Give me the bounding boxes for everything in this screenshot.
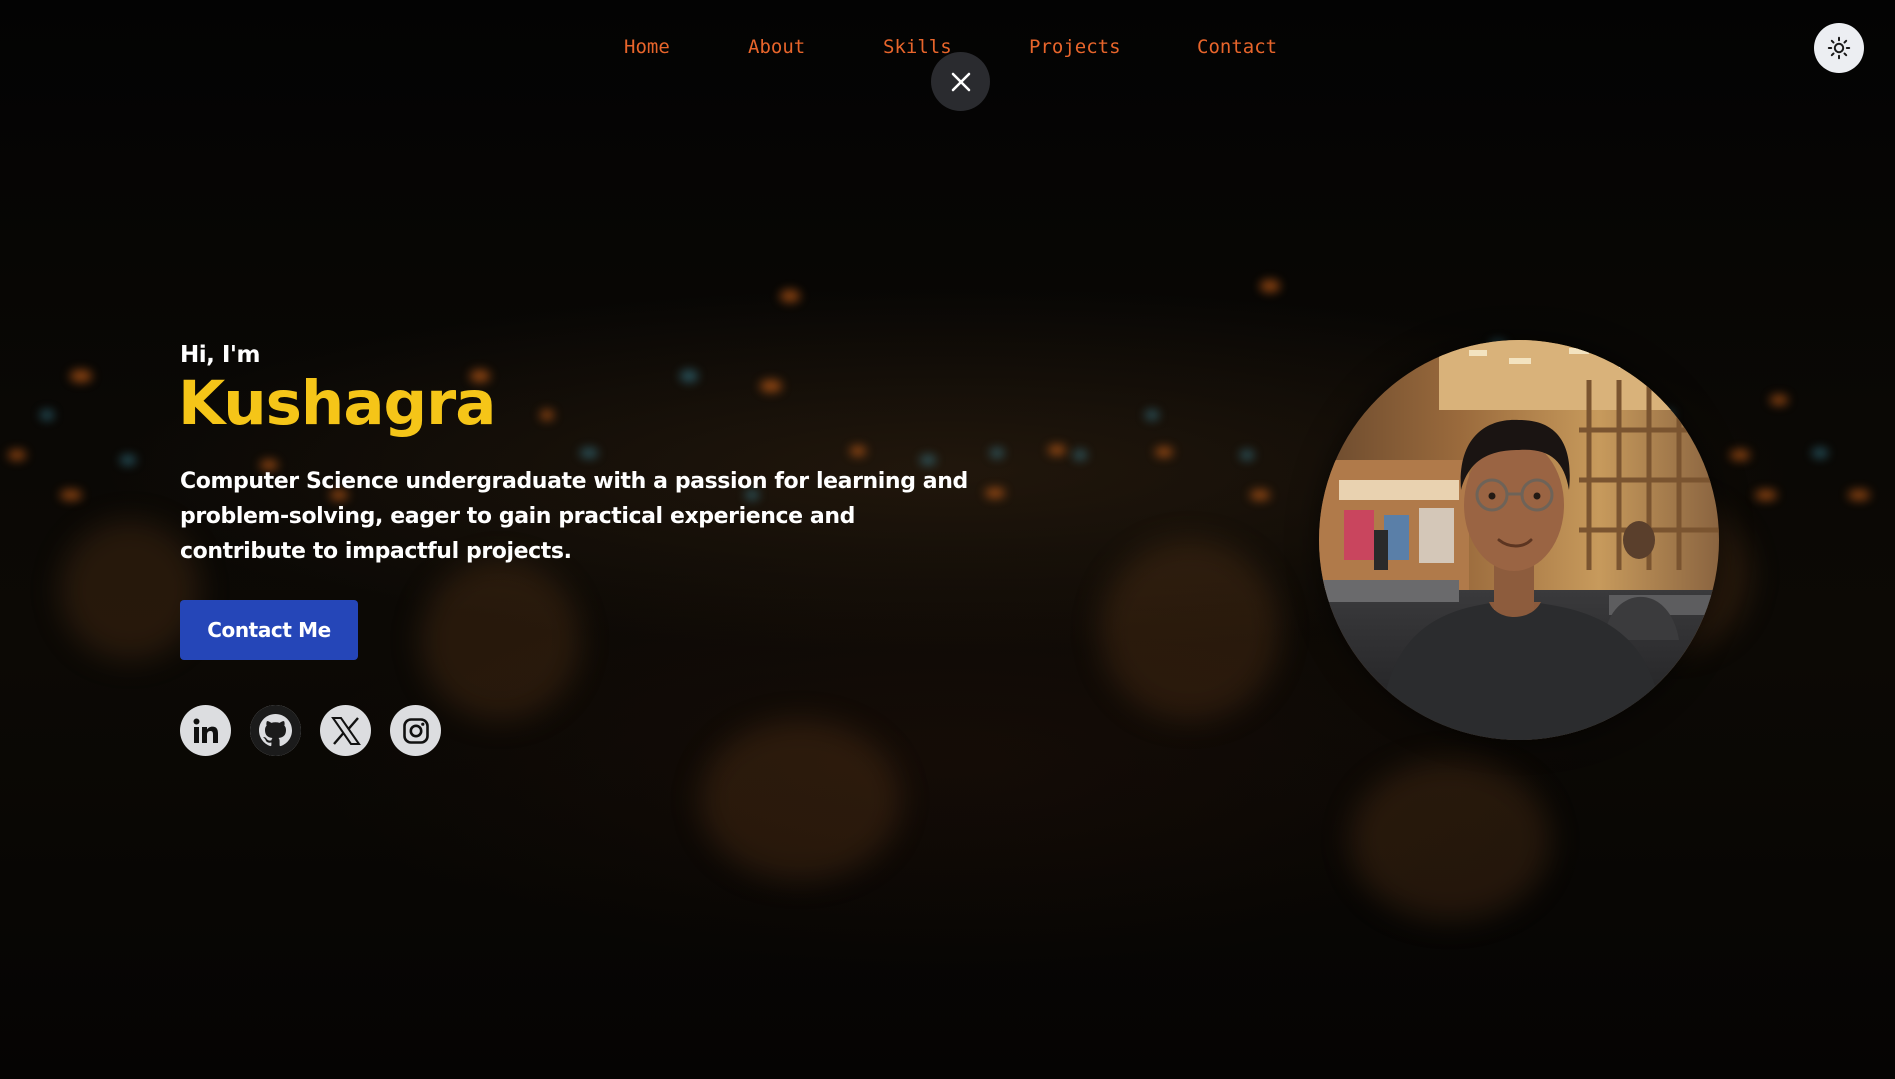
hero-greeting: Hi, I'm [180,342,260,368]
hero-name: Kushagra [178,368,496,439]
github-link[interactable] [250,705,301,756]
contact-me-button[interactable]: Contact Me [180,600,358,660]
nav-about-link[interactable]: About [748,36,805,58]
theme-toggle-button[interactable] [1814,23,1864,73]
x-icon [330,716,361,745]
instagram-icon [402,717,429,744]
nav-projects-link[interactable]: Projects [1029,36,1121,58]
nav-skills-link[interactable]: Skills [883,36,952,58]
github-icon [250,705,301,756]
profile-photo [1319,340,1719,740]
hero-bio: Computer Science undergraduate with a pa… [180,469,968,564]
close-icon [951,72,970,91]
sun-icon [1827,36,1851,60]
linkedin-icon [193,718,218,743]
x-twitter-link[interactable] [320,705,371,756]
nav-home-link[interactable]: Home [624,36,670,58]
linkedin-link[interactable] [180,705,231,756]
instagram-link[interactable] [390,705,441,756]
nav-contact-link[interactable]: Contact [1197,36,1277,58]
close-menu-button[interactable] [931,52,990,111]
